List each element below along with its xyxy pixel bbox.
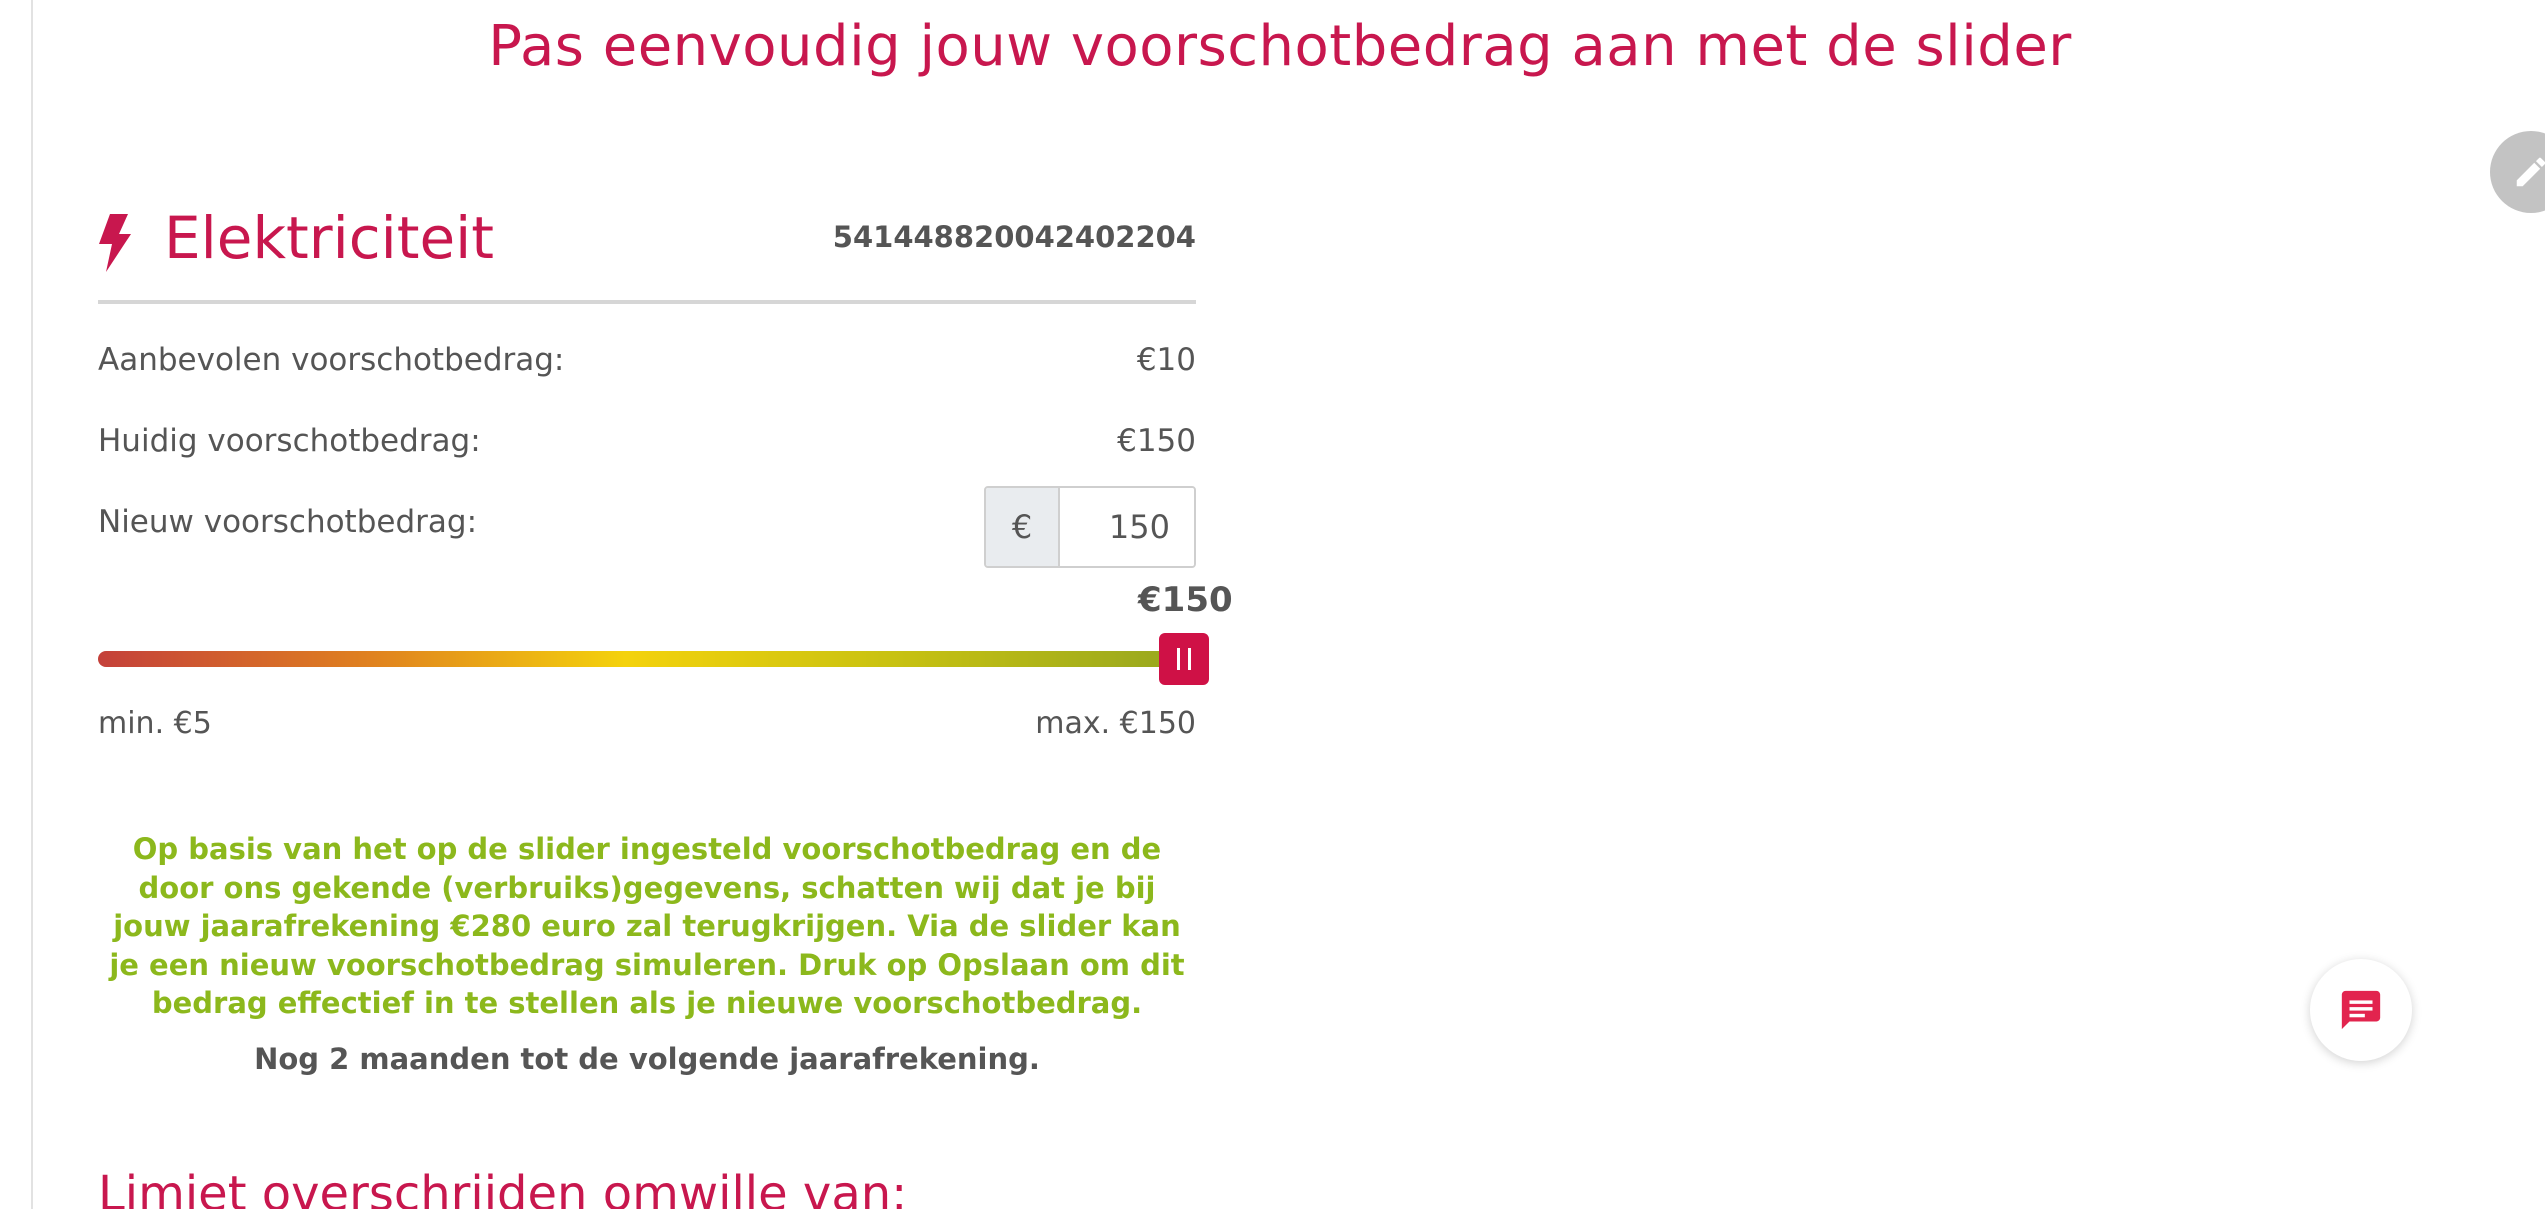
chat-button[interactable] — [2310, 959, 2412, 1061]
new-amount-input[interactable] — [1060, 488, 1194, 566]
slider-max-label: max. €150 — [1035, 706, 1196, 741]
page-title: Pas eenvoudig jouw voorschotbedrag aan m… — [488, 14, 2072, 79]
current-amount-value: €150 — [1117, 423, 1196, 459]
page: Pas eenvoudig jouw voorschotbedrag aan m… — [0, 0, 2545, 1209]
new-amount-row: Nieuw voorschotbedrag: € — [98, 486, 1196, 568]
current-amount-row: Huidig voorschotbedrag: €150 — [98, 417, 1196, 467]
left-border — [31, 0, 33, 1209]
lightning-bolt-icon — [99, 214, 131, 272]
pencil-icon — [2516, 157, 2545, 187]
slider-track[interactable] — [98, 651, 1196, 667]
current-amount-label: Huidig voorschotbedrag: — [98, 423, 481, 459]
estimate-info-text: Op basis van het op de slider ingesteld … — [109, 832, 1185, 1020]
grip-line — [1177, 648, 1180, 670]
card-title: Elektriciteit — [164, 204, 495, 272]
edit-button[interactable] — [2490, 131, 2545, 213]
currency-prefix: € — [986, 488, 1060, 566]
grip-line — [1188, 648, 1191, 670]
recommended-amount-label: Aanbevolen voorschotbedrag: — [98, 342, 565, 378]
recommended-amount-value: €10 — [1136, 342, 1196, 378]
slider-handle[interactable] — [1159, 633, 1209, 685]
card-header: Elektriciteit 541448820042402204 — [98, 200, 1196, 304]
next-settlement-notice: Nog 2 maanden tot de volgende jaarafreke… — [254, 1042, 1040, 1076]
slider-value-label: €150 — [1138, 580, 1233, 620]
limit-heading: Limiet overschrijden omwille van: — [98, 1166, 908, 1209]
chat-icon — [2341, 990, 2381, 1030]
new-amount-input-group: € — [984, 486, 1196, 568]
new-amount-label: Nieuw voorschotbedrag: — [98, 504, 478, 540]
electricity-card: Elektriciteit 541448820042402204 Aanbevo… — [98, 200, 1233, 1076]
recommended-amount-row: Aanbevolen voorschotbedrag: €10 — [98, 336, 1196, 386]
slider-min-label: min. €5 — [98, 706, 212, 741]
ean-number: 541448820042402204 — [832, 220, 1196, 254]
